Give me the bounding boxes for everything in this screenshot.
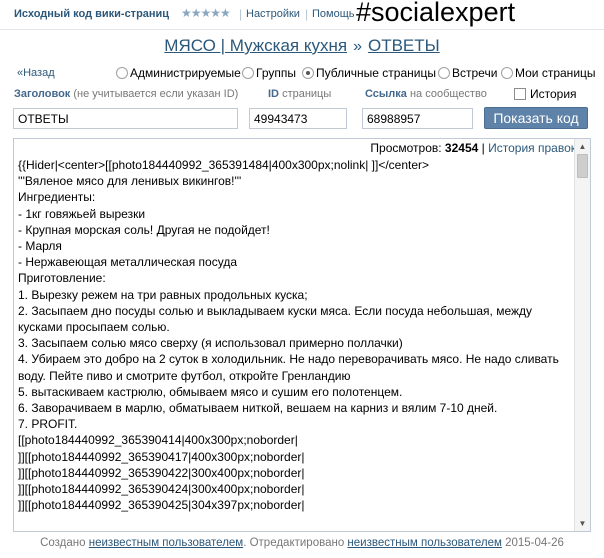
show-code-button[interactable]: Показать код [484,107,588,129]
app-title: Исходный код вики-страниц [14,8,170,20]
creator-link[interactable]: неизвестным пользователем [89,537,243,549]
code-line: ]][[photo184440992_365390417|400x300px;n… [18,449,305,464]
code-line: 2. Засыпаем дно посуды солью и выкладыва… [18,303,533,335]
views-counter: Просмотров: 32454 | История правок [370,141,576,155]
settings-link[interactable]: Настройки [246,8,300,20]
title-field-label: Заголовок (не учитывается если указан ID… [14,88,239,100]
radio-label: Встречи [452,66,498,80]
radio-selected-icon [302,67,314,79]
form-inputs: Показать код [0,107,604,130]
radio-icon [242,67,254,79]
editor-link[interactable]: неизвестным пользователем [347,537,501,549]
code-textarea[interactable]: Просмотров: 32454 | История правок {{Hid… [13,138,591,532]
scroll-down-icon[interactable]: ▼ [577,518,588,529]
code-line: '''Вяленое мясо для ленивых викингов!''' [18,174,242,189]
checkbox-icon [514,88,526,100]
footer-created-text: Создано [40,537,86,549]
code-line: 7. PROFIT. [18,417,78,432]
code-line: 5. вытаскиваем кастрюлю, обмываем мясо и… [18,384,403,399]
radio-icon [116,67,128,79]
radio-label: Публичные страницы [316,66,436,80]
breadcrumb-page-link[interactable]: ОТВЕТЫ [368,36,440,55]
code-line: - Крупная морская соль! Другая не подойд… [18,222,270,237]
breadcrumb: МЯСО | Мужская кухня » ОТВЕТЫ [0,36,604,56]
form-labels: Заголовок (не учитывается если указан ID… [0,87,604,104]
views-label: Просмотров: [370,141,442,155]
code-line: ]][[photo184440992_365390424|300x400px;n… [18,482,305,497]
rating-stars-icon: ★★★★★ [181,6,231,20]
code-line: 3. Засыпаем солью мясо сверху (я использ… [18,336,403,351]
id-field-label: ID страницы [268,88,332,100]
divider: | [481,141,485,155]
radio-label: Группы [256,66,296,80]
code-line: Приготовление: [18,271,106,286]
code-line: - 1кг говяжьей вырезки [18,206,146,221]
code-line: 1. Вырезку режем на три равных продольны… [18,287,308,302]
link-field-label: Ссылка на сообщество [365,88,487,100]
radio-icon [438,67,450,79]
code-line: [[photo184440992_365390414|400x300px;nob… [18,433,298,448]
vertical-scrollbar[interactable]: ▲ ▼ [574,139,590,531]
page-footer: Создано неизвестным пользователем. Отред… [0,537,604,549]
divider: | [305,7,309,21]
radio-label: Администрируемые [130,66,241,80]
footer-edited-text: . Отредактировано [243,537,345,549]
code-line: {{Hider|<center>[[photo184440992_3653914… [18,158,430,172]
scroll-up-icon[interactable]: ▲ [577,141,588,152]
scrollbar-thumb[interactable] [577,154,588,178]
divider: | [239,7,243,21]
link-input[interactable] [362,108,473,129]
breadcrumb-separator: » [353,38,362,55]
radio-label: Мои страницы [515,66,596,80]
radio-groups[interactable]: Группы [242,66,296,80]
radio-events[interactable]: Встречи [438,66,497,80]
code-line: - Нержавеющая металлическая посуда [18,255,237,270]
radio-public-pages[interactable]: Публичные страницы [302,66,436,80]
id-input[interactable] [249,108,347,129]
code-line: ]][[photo184440992_365390425|304x397px;n… [18,498,305,513]
radio-icon [501,67,513,79]
title-input[interactable] [13,108,238,129]
history-checkbox[interactable]: История [514,87,577,101]
views-count: 32454 [444,141,479,155]
breadcrumb-group-link[interactable]: МЯСО | Мужская кухня [164,36,347,55]
checkbox-label: История [530,87,577,101]
code-content: {{Hider|<center>[[photo184440992_3653914… [18,157,574,513]
back-link[interactable]: «Назад [17,67,55,79]
code-line: 6. Заворачиваем в марлю, обматываем нитк… [18,401,498,416]
code-line: - Марля [18,239,62,254]
radio-administered[interactable]: Администрируемые [116,66,241,80]
top-bar: Исходный код вики-страниц ★★★★★ | Настро… [0,0,604,30]
code-line: Ингредиенты: [18,190,96,205]
hashtag-watermark: #socialexpert [356,0,516,27]
code-line: ]][[photo184440992_365390422|300x400px;n… [18,465,305,480]
footer-date: 2015-04-26 [505,537,564,549]
radio-my-pages[interactable]: Мои страницы [501,66,596,80]
help-link[interactable]: Помощь [312,8,355,20]
filter-bar: «Назад Администрируемые Группы Публичные… [0,66,604,84]
edit-history-link[interactable]: История правок [488,141,576,155]
code-line: 4. Убираем это добро на 2 суток в холоди… [18,352,559,383]
